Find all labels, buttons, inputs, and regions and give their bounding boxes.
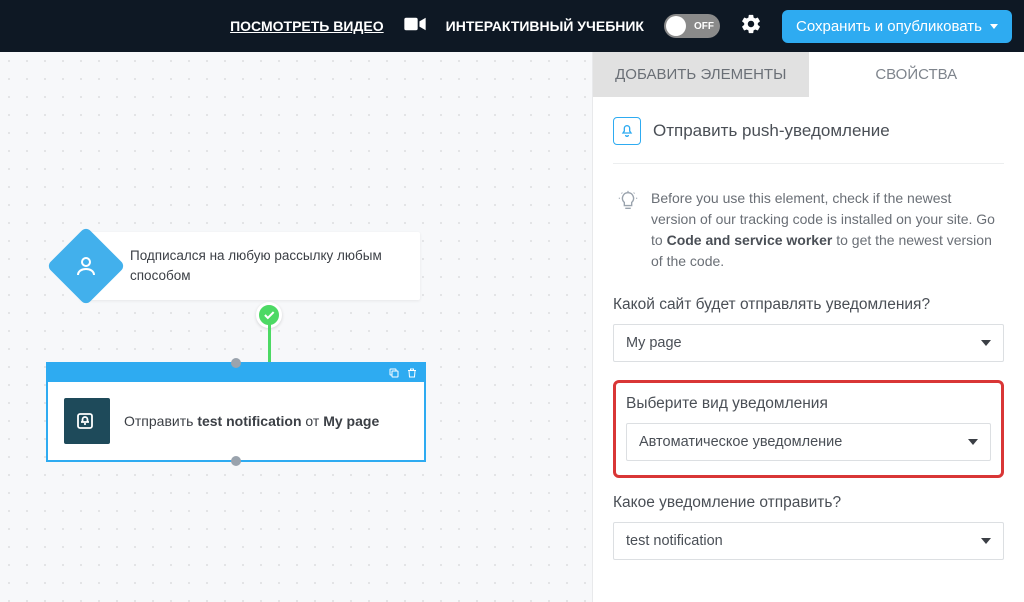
type-select[interactable]: Автоматическое уведомление: [626, 423, 991, 461]
push-notification-icon: [64, 398, 110, 444]
main: Подписался на любую рассылку любым спосо…: [0, 52, 1024, 602]
field-which: Какое уведомление отправить? test notifi…: [613, 494, 1004, 560]
element-title-text: Отправить push-уведомление: [653, 121, 890, 141]
diamond-icon: [46, 226, 125, 305]
node-connector-top[interactable]: [231, 358, 241, 368]
element-title: Отправить push-уведомление: [613, 117, 1004, 164]
panel-tabs: ДОБАВИТЬ ЭЛЕМЕНТЫ СВОЙСТВА: [593, 52, 1024, 97]
tab-properties[interactable]: СВОЙСТВА: [809, 52, 1024, 97]
action-node-selected[interactable]: Отправить test notification от My page: [46, 362, 426, 462]
chevron-down-icon: [981, 538, 991, 544]
action-text: Отправить test notification от My page: [124, 413, 379, 429]
notification-type-highlight: Выберите вид уведомления Автоматическое …: [613, 380, 1004, 478]
site-label: Какой сайт будет отправлять уведомления?: [613, 296, 1004, 314]
panel-body: Отправить push-уведомление Before you us…: [593, 97, 1024, 578]
action-body: Отправить test notification от My page: [48, 382, 424, 460]
which-label: Какое уведомление отправить?: [613, 494, 1004, 512]
site-select[interactable]: My page: [613, 324, 1004, 362]
chevron-down-icon: [968, 439, 978, 445]
camera-icon: [404, 16, 426, 37]
tutorial-label: ИНТЕРАКТИВНЫЙ УЧЕБНИК: [446, 18, 644, 34]
workflow-canvas[interactable]: Подписался на любую рассылку любым спосо…: [0, 52, 592, 602]
trigger-icon-wrap: [58, 238, 114, 294]
lightbulb-icon: [617, 190, 639, 272]
trigger-text: Подписался на любую рассылку любым спосо…: [80, 246, 420, 285]
site-select-value: My page: [626, 335, 682, 351]
field-type: Выберите вид уведомления Автоматическое …: [626, 395, 991, 461]
which-select-value: test notification: [626, 533, 723, 549]
trash-icon[interactable]: [406, 367, 418, 379]
gear-icon[interactable]: [740, 13, 762, 40]
publish-button[interactable]: Сохранить и опубликовать: [782, 10, 1012, 43]
which-select[interactable]: test notification: [613, 522, 1004, 560]
watch-video-link[interactable]: ПОСМОТРЕТЬ ВИДЕО: [230, 18, 384, 34]
bell-icon: [613, 117, 641, 145]
trigger-node[interactable]: Подписался на любую рассылку любым спосо…: [80, 232, 420, 300]
publish-button-label: Сохранить и опубликовать: [796, 18, 982, 35]
copy-icon[interactable]: [388, 367, 400, 379]
tutorial-toggle[interactable]: OFF: [664, 14, 720, 38]
node-connector-bottom[interactable]: [231, 456, 241, 466]
header: ПОСМОТРЕТЬ ВИДЕО ИНТЕРАКТИВНЫЙ УЧЕБНИК O…: [0, 0, 1024, 52]
properties-panel: ДОБАВИТЬ ЭЛЕМЕНТЫ СВОЙСТВА Отправить pus…: [592, 52, 1024, 602]
field-site: Какой сайт будет отправлять уведомления?…: [613, 296, 1004, 362]
chevron-down-icon: [990, 24, 998, 29]
type-select-value: Автоматическое уведомление: [639, 434, 842, 450]
toggle-knob: [666, 16, 686, 36]
type-label: Выберите вид уведомления: [626, 395, 991, 413]
toggle-off-label: OFF: [694, 21, 714, 32]
hint-box: Before you use this element, check if th…: [613, 188, 1004, 272]
chevron-down-icon: [981, 340, 991, 346]
hint-text: Before you use this element, check if th…: [651, 188, 1000, 272]
tab-add-elements[interactable]: ДОБАВИТЬ ЭЛЕМЕНТЫ: [593, 52, 809, 97]
